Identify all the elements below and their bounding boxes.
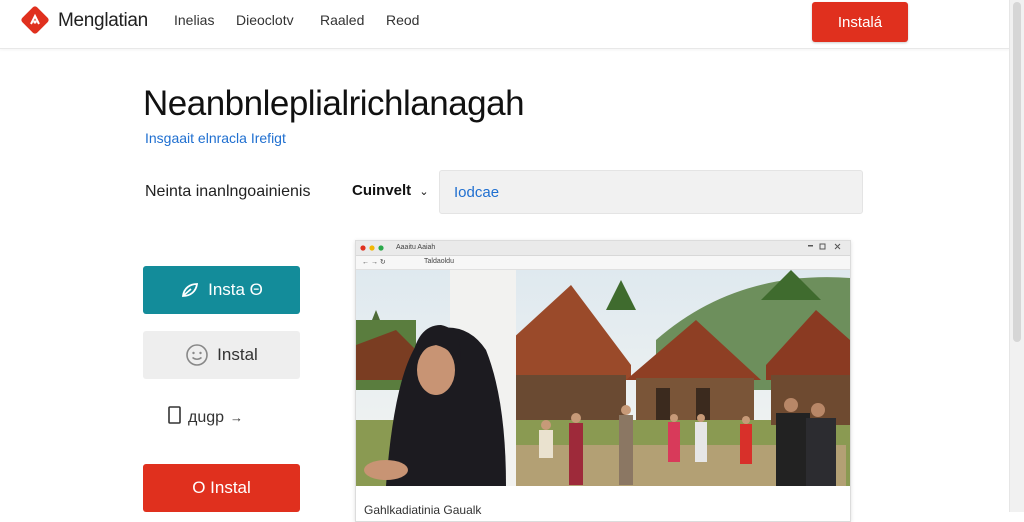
brand-name[interactable]: Menglatian (58, 10, 148, 32)
text-link-label: дugр (188, 408, 225, 426)
nav-link-4[interactable]: Reod (386, 12, 419, 28)
logo-icon[interactable] (20, 5, 50, 35)
preview-caption: Gahlkadiatinia Gaualk (364, 503, 482, 517)
filter-label: Neinta inanlngoainienis (145, 183, 311, 200)
primary-install-button[interactable]: Insta Θ (143, 266, 300, 314)
address-text: Taldaoldu (424, 258, 454, 265)
nav-link-2[interactable]: Dieoclotv (236, 12, 294, 28)
search-input[interactable] (439, 170, 863, 214)
chevron-down-icon: ⌄ (419, 186, 429, 198)
header-install-button[interactable]: Instalá (812, 2, 908, 42)
page-title: Neanbnleplialrichlanagah (143, 84, 525, 123)
nav-link-3[interactable]: Raaled (320, 12, 364, 28)
arrow-icon: → (230, 410, 244, 425)
browser-address-bar[interactable]: ← → ↻ Taldaoldu (356, 256, 850, 270)
leaf-icon (180, 280, 200, 300)
preview-card[interactable]: Aaaitu Aaiah ← → ↻ Taldaoldu Gahlkadiati… (355, 240, 851, 522)
top-navigation-bar: Menglatian Inelias Dieoclotv Raaled Reod… (0, 0, 1010, 49)
village-photo (356, 270, 850, 486)
smile-icon (185, 343, 209, 367)
browser-tab-strip: Aaaitu Aaiah (356, 241, 850, 256)
secondary-install-button[interactable]: Instal (143, 331, 300, 379)
text-link[interactable]: дugр → (168, 406, 243, 429)
danger-install-button[interactable]: O Instal (143, 464, 300, 512)
page-subtitle-link[interactable]: Insgaait elnracla Irefigt (145, 130, 286, 146)
primary-install-label: Insta Θ (208, 280, 263, 299)
page-scrollbar[interactable] (1009, 0, 1024, 512)
browser-tab-title[interactable]: Aaaitu Aaiah (396, 244, 435, 251)
category-dropdown[interactable]: Cuinvelt ⌄ (352, 182, 429, 199)
nav-link-1[interactable]: Inelias (174, 12, 214, 28)
document-icon (168, 406, 182, 429)
scrollbar-thumb[interactable] (1013, 2, 1021, 342)
dropdown-value: Cuinvelt (352, 182, 412, 199)
secondary-install-label: Instal (217, 345, 258, 364)
back-forward-icon: ← → ↻ (362, 259, 386, 266)
